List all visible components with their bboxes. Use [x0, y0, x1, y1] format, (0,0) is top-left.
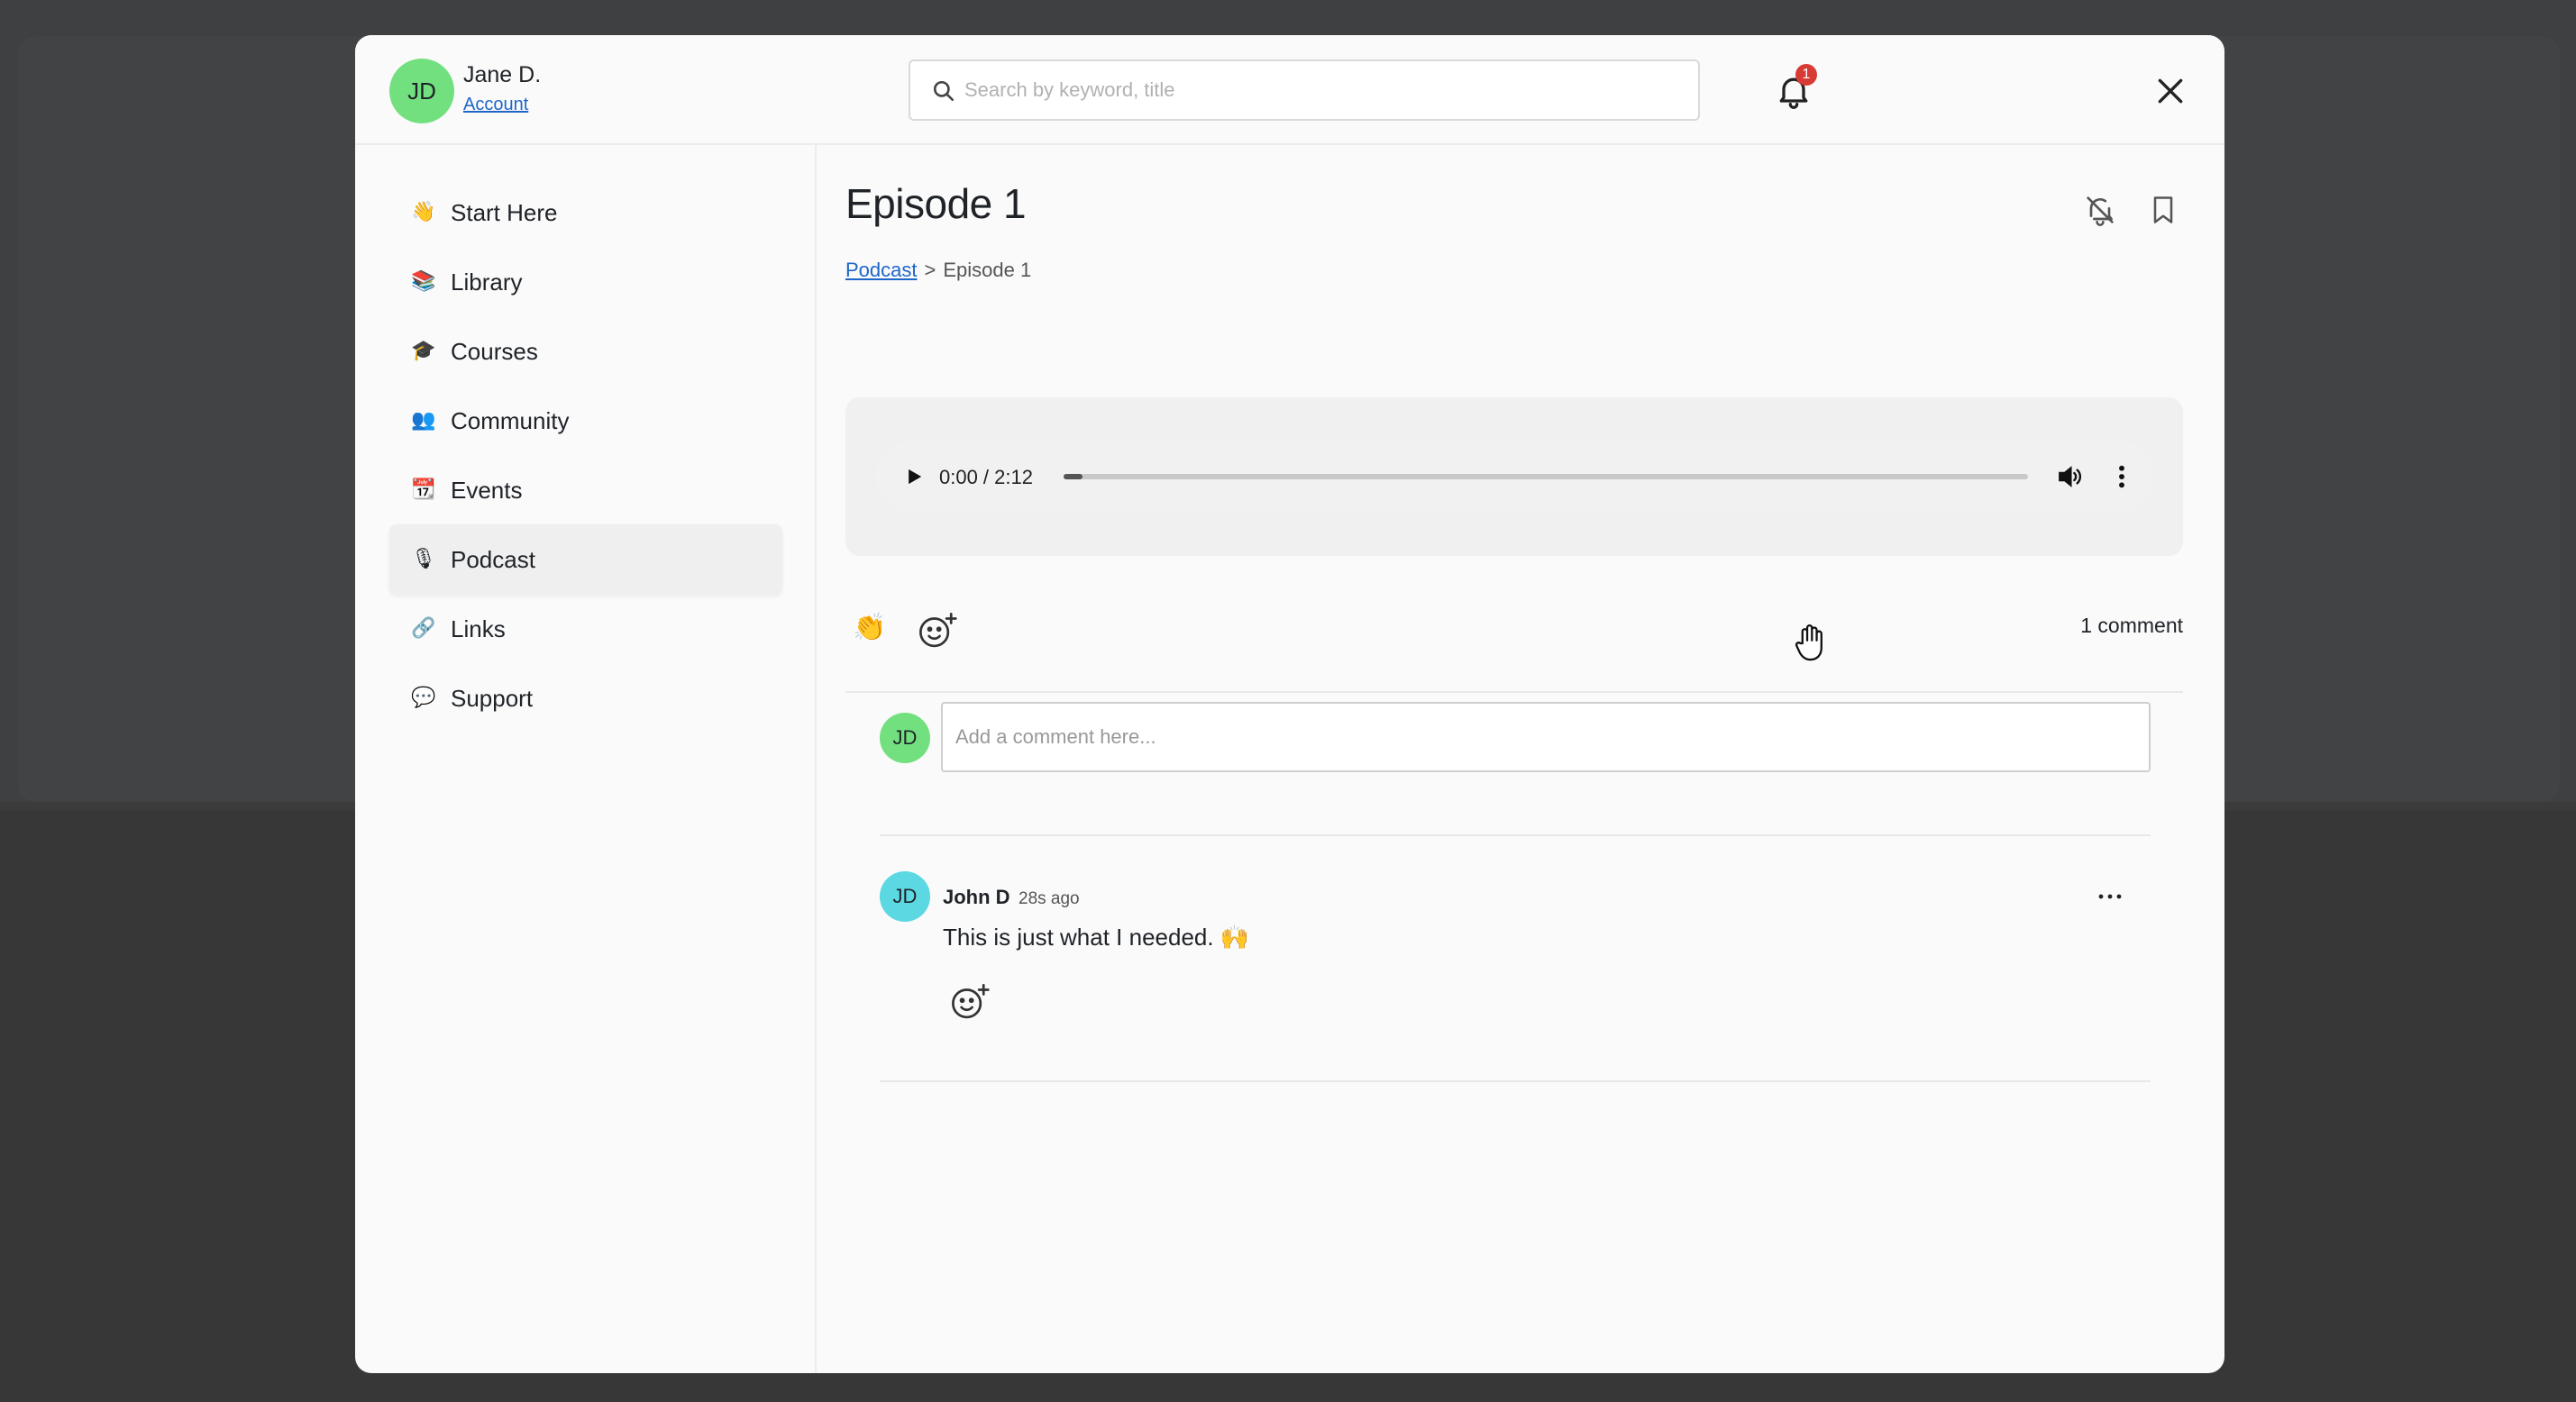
reactions-bar: 👏 1 comment: [845, 603, 2183, 657]
sidebar-item-label: Courses: [451, 338, 538, 365]
audio-player: 0:00 / 2:12: [876, 441, 2154, 513]
sidebar-item-label: Start Here: [451, 199, 558, 226]
comment-text: This is just what I needed. 🙌: [943, 924, 1250, 951]
close-icon[interactable]: [2152, 73, 2188, 109]
account-link[interactable]: Account: [463, 95, 528, 115]
bookmark-icon[interactable]: [2147, 192, 2179, 228]
page-title: Episode 1: [845, 180, 1027, 227]
avatar[interactable]: JD: [389, 59, 454, 123]
divider: [880, 1080, 2151, 1082]
wave-icon: 👋: [411, 200, 436, 223]
time-display: 0:00 / 2:12: [939, 466, 1033, 488]
sidebar-item-label: Library: [451, 269, 523, 296]
search-icon: [933, 80, 955, 102]
people-icon: 👥: [411, 408, 436, 431]
more-vertical-icon[interactable]: [2115, 462, 2129, 491]
sidebar-item-courses[interactable]: 🎓 Courses: [389, 316, 782, 387]
sidebar-item-podcast[interactable]: 🎙 Podcast: [389, 524, 782, 595]
calendar-icon: 📆: [411, 478, 436, 500]
avatar[interactable]: JD: [880, 871, 930, 922]
modal-header: JD Jane D. Account 1: [355, 35, 2224, 145]
comment-count: 1 comment: [2080, 614, 2183, 637]
play-icon[interactable]: [901, 464, 927, 489]
comment-item: JD John D 28s ago This is just what I ne…: [880, 871, 2151, 1052]
sidebar-item-start-here[interactable]: 👋 Start Here: [389, 178, 782, 248]
sidebar-item-events[interactable]: 📆 Events: [389, 455, 782, 525]
audio-card: 0:00 / 2:12: [845, 397, 2183, 556]
clap-icon[interactable]: 👏: [853, 612, 889, 648]
avatar: JD: [880, 713, 930, 763]
sidebar-item-label: Support: [451, 685, 534, 712]
add-reaction-icon[interactable]: [950, 983, 990, 1021]
comment-input[interactable]: [941, 702, 2151, 772]
sidebar-item-support[interactable]: 💬 Support: [389, 663, 782, 733]
search-box[interactable]: [909, 59, 1700, 121]
grad-cap-icon: 🎓: [411, 339, 436, 361]
comment-author[interactable]: John D: [943, 886, 1010, 909]
hand-cursor-icon: [1795, 624, 1822, 661]
sidebar-item-library[interactable]: 📚 Library: [389, 247, 782, 317]
link-icon: 🔗: [411, 616, 436, 639]
microphone-icon: 🎙: [411, 547, 436, 569]
comment-timestamp: 28s ago: [1019, 889, 1080, 908]
progress-fill: [1064, 474, 1083, 479]
bell-off-icon[interactable]: [2082, 192, 2118, 228]
sidebar-item-label: Links: [451, 615, 506, 642]
books-icon: 📚: [411, 269, 436, 292]
sidebar-item-community[interactable]: 👥 Community: [389, 386, 782, 456]
breadcrumb-separator: >: [924, 259, 936, 281]
volume-icon[interactable]: [2055, 462, 2084, 491]
speech-bubble-icon: 💬: [411, 686, 436, 708]
sidebar-item-label: Community: [451, 407, 570, 434]
more-horizontal-icon[interactable]: [2096, 889, 2124, 904]
divider: [880, 834, 2151, 836]
comment-form: JD: [880, 693, 2151, 772]
notification-badge: 1: [1795, 64, 1817, 86]
sidebar-item-links[interactable]: 🔗 Links: [389, 594, 782, 664]
user-name: Jane D.: [463, 62, 542, 87]
breadcrumb: Podcast > Episode 1: [845, 259, 1031, 282]
breadcrumb-podcast-link[interactable]: Podcast: [845, 259, 918, 282]
progress-bar[interactable]: [1064, 474, 2028, 479]
breadcrumb-current: Episode 1: [943, 259, 1032, 281]
add-reaction-icon[interactable]: [918, 612, 957, 650]
main-content: Episode 1 Podcast > Episode 1 0:00 / 2:1…: [818, 145, 2224, 1373]
modal: JD Jane D. Account 1 👋 Start Here 📚 Libr…: [355, 35, 2224, 1373]
sidebar-item-label: Events: [451, 477, 523, 504]
search-input[interactable]: [964, 70, 1676, 110]
sidebar-item-label: Podcast: [451, 546, 535, 573]
sidebar: 👋 Start Here 📚 Library 🎓 Courses 👥 Commu…: [355, 145, 817, 1373]
